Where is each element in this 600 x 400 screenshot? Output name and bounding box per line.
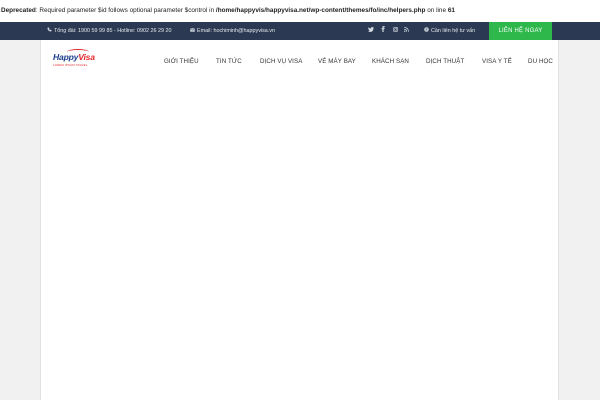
rss-icon[interactable] (402, 22, 410, 40)
panel-border-right (558, 40, 559, 400)
nav-item-khach-san[interactable]: KHÁCH SẠN (372, 58, 409, 65)
twitter-icon[interactable] (367, 22, 375, 40)
notice-message-1: : Required parameter $id follows optiona… (35, 7, 216, 14)
consult-link[interactable]: ? Cần liên hệ tư vấn (424, 22, 475, 40)
phone-icon (47, 22, 52, 40)
contact-now-button[interactable]: LIÊN HỆ NGAY (489, 22, 552, 40)
notice-path: /home/happyvis/happyvisa.net/wp-content/… (215, 7, 426, 14)
nav-item-gioi-thieu[interactable]: GIỚI THIỆU (164, 58, 199, 65)
email-text: Email: hochiminh@happyvisa.vn (197, 28, 275, 34)
nav-item-ve-may-bay[interactable]: VÉ MÁY BAY (318, 58, 356, 65)
nav-item-visa-y-te[interactable]: VISA Y TẾ (482, 58, 512, 65)
nav-item-dich-thuat[interactable]: DỊCH THUẬT (426, 58, 464, 65)
consult-text: Cần liên hệ tư vấn (431, 28, 476, 34)
nav-item-du-hoc[interactable]: DU HỌC (528, 58, 553, 65)
site-header: HappyVisa LOREM IPSUM TRAVEL GIỚI THIỆU … (41, 40, 558, 86)
logo-tagline: LOREM IPSUM TRAVEL (53, 63, 88, 67)
logo-swoosh (67, 49, 89, 55)
site-logo[interactable]: HappyVisa LOREM IPSUM TRAVEL (53, 49, 99, 72)
instagram-icon[interactable] (391, 22, 399, 40)
email-info[interactable]: Email: hochiminh@happyvisa.vn (190, 22, 275, 40)
notice-label: Deprecated (1, 7, 36, 14)
notice-line: 61 (447, 7, 455, 14)
notice-message-2: on line (425, 7, 448, 14)
facebook-icon[interactable] (379, 22, 387, 40)
nav-item-tin-tuc[interactable]: TIN TỨC (216, 58, 242, 65)
svg-text:?: ? (425, 28, 427, 32)
phone-text: Tổng đài: 1900 59 99 85 - Hotline: 0902 … (54, 28, 172, 34)
phone-info[interactable]: Tổng đài: 1900 59 99 85 - Hotline: 0902 … (47, 22, 172, 40)
deprecation-notice: Deprecated: Required parameter $id follo… (0, 0, 600, 22)
nav-item-dich-vu-visa[interactable]: DỊCH VỤ VISA (260, 58, 302, 65)
question-circle-icon: ? (424, 22, 429, 40)
envelope-icon (190, 22, 195, 40)
main-content-panel (41, 40, 558, 400)
